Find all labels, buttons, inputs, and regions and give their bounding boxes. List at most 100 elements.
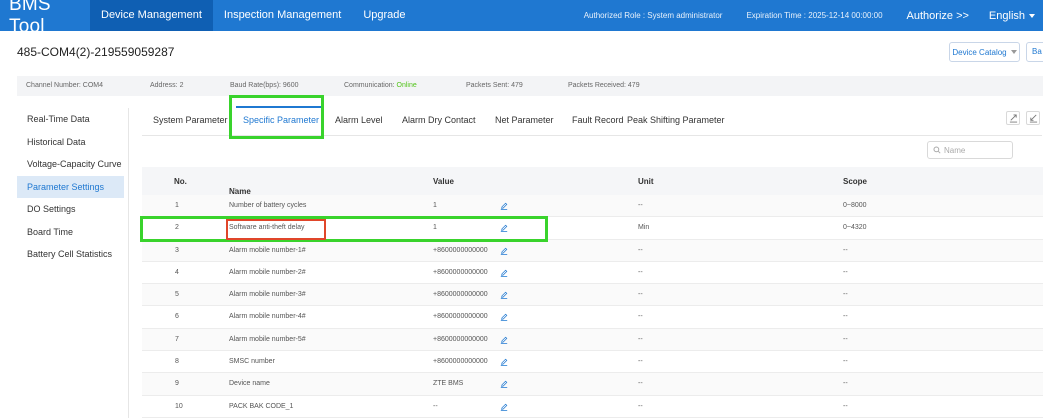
cell-value: +8600000000000 (433, 358, 488, 366)
cell-value: ZTE BMS (433, 380, 464, 388)
header-no: No. (174, 177, 187, 186)
tab-peak-shifting-parameter[interactable]: Peak Shifting Parameter (627, 115, 725, 125)
device-title: 485-COM4(2)-219559059287 (17, 45, 175, 59)
cell-value: 1 (433, 202, 437, 209)
tab-net-parameter[interactable]: Net Parameter (495, 115, 554, 125)
cell-unit: -- (638, 202, 643, 209)
nav-inspection-management[interactable]: Inspection Management (213, 0, 352, 31)
language-label: English (988, 9, 1025, 22)
edit-icon[interactable] (500, 313, 508, 322)
cell-scope: -- (843, 291, 848, 299)
tab-fault-record[interactable]: Fault Record (572, 115, 624, 125)
table-row[interactable]: 6 Alarm mobile number-4# +8600000000000 … (142, 306, 1043, 329)
cell-scope: -- (843, 246, 848, 254)
sidebar-item-parameter-settings[interactable]: Parameter Settings (17, 175, 124, 198)
table-row[interactable]: 1 Number of battery cycles 1 -- 0~8000 (142, 195, 1043, 218)
chevron-down-icon (1010, 50, 1017, 54)
cell-no: 3 (175, 246, 179, 254)
sidebar-item-board-time[interactable]: Board Time (17, 221, 124, 244)
language-select[interactable]: English (981, 10, 1043, 22)
cell-value: +8600000000000 (433, 313, 488, 321)
import-icon[interactable] (1026, 111, 1040, 125)
cell-unit: -- (638, 358, 643, 366)
nav-device-management[interactable]: Device Management (90, 0, 213, 31)
top-bar-right: Authorized Role : System administrator E… (572, 0, 1043, 31)
cell-unit: -- (638, 402, 643, 410)
address: Address: 2 (150, 82, 184, 89)
table-row[interactable]: 8 SMSC number +8600000000000 -- -- (142, 351, 1043, 374)
cell-value: +8600000000000 (433, 246, 488, 254)
cell-value: -- (433, 402, 438, 410)
cell-scope: 0~8000 (843, 202, 867, 209)
cell-no: 4 (175, 268, 179, 276)
cell-unit: Min (638, 224, 650, 232)
cell-unit: -- (638, 335, 643, 343)
sidebar-item-voltage-capacity-curve[interactable]: Voltage-Capacity Curve (17, 153, 124, 176)
edit-icon[interactable] (500, 358, 508, 367)
edit-icon[interactable] (500, 291, 508, 300)
table-row[interactable]: 9 Device name ZTE BMS -- -- (142, 373, 1043, 396)
cell-name: PACK BAK CODE_1 (229, 402, 294, 410)
search-input[interactable] (944, 145, 1008, 155)
communication: Communication: Online (344, 82, 417, 89)
header-scope: Scope (843, 177, 868, 186)
cell-name: Alarm mobile number-1# (229, 246, 306, 254)
edit-icon[interactable] (500, 269, 508, 277)
table-row[interactable]: 7 Alarm mobile number-5# +8600000000000 … (142, 328, 1043, 352)
expiration-time: Expiration Time : 2025-12-14 00:00:00 (746, 11, 883, 20)
cell-no: 1 (175, 202, 179, 209)
cell-no: 8 (175, 358, 179, 366)
cell-unit: -- (638, 246, 643, 254)
sidebar-item-battery-cell-statistics[interactable]: Battery Cell Statistics (17, 243, 124, 266)
table-row[interactable]: 10 PACK BAK CODE_1 -- -- -- (142, 396, 1043, 418)
cell-value: +8600000000000 (433, 268, 488, 276)
cell-no: 7 (175, 335, 179, 343)
communication-status: Online (396, 82, 417, 89)
cell-name: SMSC number (229, 358, 275, 366)
device-catalog-button[interactable]: Device Catalog (949, 42, 1020, 62)
chevron-down-icon (1029, 13, 1035, 18)
cell-scope: -- (843, 380, 848, 388)
sidebar-divider (128, 108, 129, 418)
edit-icon[interactable] (500, 247, 508, 255)
nav-upgrade[interactable]: Upgrade (352, 0, 416, 31)
device-catalog-label: Device Catalog (952, 47, 1007, 57)
cell-scope: -- (843, 402, 848, 410)
cell-no: 10 (175, 402, 183, 410)
export-icon[interactable] (1006, 111, 1020, 125)
edit-icon[interactable] (500, 202, 508, 210)
baud-rate: Baud Rate(bps): 9600 (230, 82, 299, 89)
header-unit: Unit (638, 177, 654, 186)
back-button[interactable]: Ba (1026, 42, 1043, 62)
cell-no: 9 (175, 380, 179, 388)
packets-sent: Packets Sent: 479 (466, 82, 523, 89)
cell-unit: -- (638, 268, 643, 276)
cell-unit: -- (638, 380, 643, 388)
table-row[interactable]: 5 Alarm mobile number-3# +8600000000000 … (142, 284, 1043, 307)
highlight-box-row (140, 216, 548, 242)
sidebar: Real-Time Data Historical Data Voltage-C… (17, 108, 124, 266)
cell-scope: -- (843, 313, 848, 321)
tab-system-parameter[interactable]: System Parameter (153, 115, 228, 125)
sidebar-item-historical-data[interactable]: Historical Data (17, 131, 124, 154)
cell-unit: -- (638, 313, 643, 321)
table-row[interactable]: 3 Alarm mobile number-1# +8600000000000 … (142, 239, 1043, 262)
cell-name: Alarm mobile number-5# (229, 335, 306, 343)
sidebar-item-real-time-data[interactable]: Real-Time Data (17, 108, 124, 131)
edit-icon[interactable] (500, 380, 508, 389)
cell-no: 6 (175, 313, 179, 321)
cell-scope: -- (843, 335, 848, 343)
tab-alarm-dry-contact[interactable]: Alarm Dry Contact (402, 115, 476, 125)
tab-alarm-level[interactable]: Alarm Level (335, 115, 383, 125)
edit-icon[interactable] (500, 403, 508, 411)
search-icon (933, 146, 941, 154)
header-value: Value (433, 177, 454, 186)
edit-icon[interactable] (500, 336, 508, 344)
name-search[interactable] (927, 141, 1013, 159)
cell-name: Alarm mobile number-2# (229, 268, 306, 276)
sidebar-item-do-settings[interactable]: DO Settings (17, 198, 124, 221)
cell-name: Alarm mobile number-4# (229, 313, 306, 321)
communication-label: Communication: (344, 82, 395, 89)
authorize-link[interactable]: Authorize >> (895, 10, 981, 22)
table-row[interactable]: 4 Alarm mobile number-2# +8600000000000 … (142, 262, 1043, 285)
